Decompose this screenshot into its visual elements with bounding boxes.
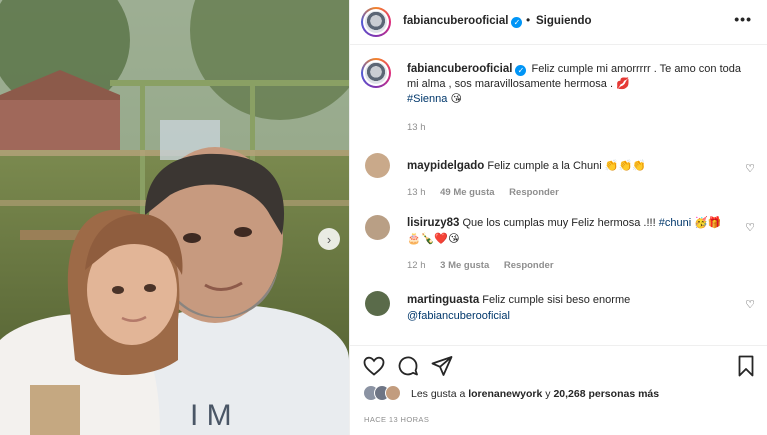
comment-like-heart-icon[interactable]: ♡ [745, 298, 755, 311]
verified-badge-icon: ✓ [515, 65, 527, 76]
comment-likes-count[interactable]: 3 Me gusta [440, 260, 489, 271]
comment-text: Feliz cumple sisi beso enorme [482, 294, 631, 306]
liker-avatar [385, 385, 401, 401]
more-options-icon[interactable]: ••• [734, 11, 752, 27]
photo-image: I M [0, 0, 349, 435]
caption-emoji: 😘 [450, 93, 462, 105]
comment-body: lisiruzy83 Que los cumplas muy Feliz her… [407, 215, 727, 247]
comment-like-heart-icon[interactable]: ♡ [745, 221, 755, 234]
mention-link[interactable]: @fabiancuberooficial [407, 310, 510, 322]
reply-button[interactable]: Responder [504, 260, 554, 271]
separator-dot: • [526, 13, 531, 27]
likes-text: Les gusta a lorenanewyork y 20,268 perso… [411, 388, 660, 400]
likes-summary[interactable]: Les gusta a lorenanewyork y 20,268 perso… [363, 385, 763, 403]
shirt-print: I M [190, 399, 232, 432]
post-caption: fabiancuberooficial ✓ Feliz cumple mi amo… [407, 62, 752, 107]
caption-username[interactable]: fabiancuberooficial ✓ [407, 63, 527, 76]
comment-text: Que los cumplas muy Feliz hermosa .!!! [462, 217, 659, 229]
comment-body: maypidelgado Feliz cumple a la Chuni 👏👏👏 [407, 158, 727, 174]
hashtag-link[interactable]: #Sienna [407, 93, 447, 105]
comment-body: martinguasta Feliz cumple sisi beso enor… [407, 292, 727, 324]
commenter-username[interactable]: maypidelgado [407, 160, 484, 172]
commenter-avatar[interactable] [365, 215, 390, 240]
bookmark-icon[interactable] [734, 354, 758, 378]
comment-text: Feliz cumple a la Chuni 👏👏👏 [487, 160, 646, 172]
commenter-avatar[interactable] [365, 291, 390, 316]
post-header: fabiancuberooficial ✓ • Siguiendo ••• [350, 0, 767, 45]
comment-likes-count[interactable]: 49 Me gusta [440, 187, 494, 198]
comments-scroll[interactable]: fabiancuberooficial ✓ Feliz cumple mi amo… [350, 45, 767, 345]
author-username[interactable]: fabiancuberooficial ✓ [403, 15, 523, 28]
post-photo[interactable]: I M › [0, 0, 349, 435]
following-button[interactable]: Siguiendo [536, 15, 592, 27]
comment-like-heart-icon[interactable]: ♡ [745, 162, 755, 175]
likes-count[interactable]: 20,268 personas más [553, 388, 659, 400]
caption-time[interactable]: 13 h [407, 122, 426, 133]
comment-meta: 12 h 3 Me gusta Responder [407, 260, 566, 271]
comment-icon[interactable] [396, 354, 420, 378]
post-panel: fabiancuberooficial ✓ • Siguiendo ••• fab… [349, 0, 767, 435]
comment-meta: 13 h 49 Me gusta Responder [407, 187, 571, 198]
post-timestamp[interactable]: HACE 13 HORAS [364, 415, 429, 424]
author-avatar[interactable] [361, 7, 391, 37]
next-image-button[interactable]: › [318, 228, 340, 250]
share-icon[interactable] [430, 354, 454, 378]
comment-time[interactable]: 13 h [407, 187, 426, 198]
comment-time[interactable]: 12 h [407, 260, 426, 271]
chevron-right-icon: › [326, 231, 332, 247]
commenter-username[interactable]: martinguasta [407, 294, 479, 306]
commenter-username[interactable]: lisiruzy83 [407, 217, 459, 229]
reply-button[interactable]: Responder [509, 187, 559, 198]
verified-badge-icon: ✓ [511, 17, 523, 28]
commenter-avatar[interactable] [365, 153, 390, 178]
liker-username[interactable]: lorenanewyork [468, 388, 542, 400]
caption-avatar[interactable] [361, 58, 391, 88]
heart-icon[interactable] [362, 354, 386, 378]
hashtag-link[interactable]: #chuni [659, 217, 691, 229]
